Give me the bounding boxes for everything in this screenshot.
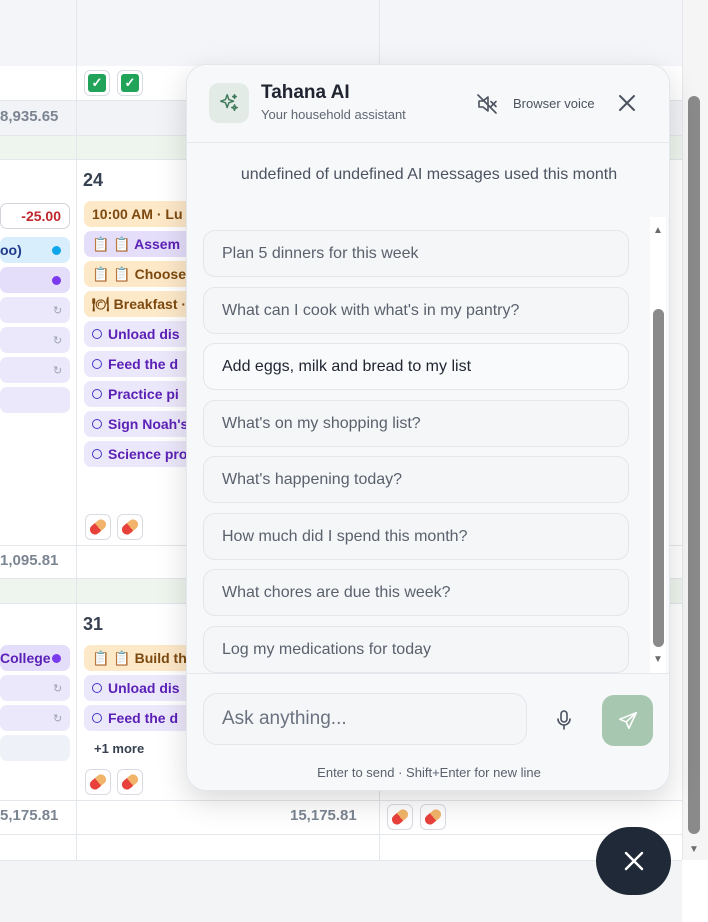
close-icon[interactable]: [617, 93, 637, 113]
pill-icon[interactable]: [85, 769, 111, 795]
day-number[interactable]: 24: [83, 170, 103, 191]
chore-label: Practice pi: [108, 386, 179, 402]
chore-chip[interactable]: Feed the d: [84, 705, 194, 731]
pill-icon[interactable]: [117, 514, 143, 540]
checkbox-circle-icon[interactable]: [92, 389, 102, 399]
task-chip[interactable]: 📋 📋 Assem: [84, 231, 194, 257]
day-number[interactable]: 31: [83, 614, 103, 635]
pill-icon[interactable]: [420, 804, 446, 830]
suggestion-list: Plan 5 dinners for this week What can I …: [187, 217, 669, 673]
chore-chip[interactable]: Sign Noah's: [84, 411, 194, 437]
repeat-icon: ↻: [53, 713, 63, 725]
transaction-amount: -25.00: [21, 208, 61, 224]
task-chip[interactable]: 📋 📋 Choose: [84, 261, 194, 287]
chat-toggle-button[interactable]: [596, 827, 671, 895]
calendar-week-top-band: [0, 0, 682, 66]
checkbox-circle-icon[interactable]: [92, 419, 102, 429]
pill-icon[interactable]: [117, 769, 143, 795]
chat-input[interactable]: Ask anything...: [203, 693, 527, 745]
pill-icon[interactable]: [387, 804, 413, 830]
page-footer-area: [0, 860, 682, 922]
checkbox-circle-icon[interactable]: [92, 329, 102, 339]
checkbox-circle-icon[interactable]: [92, 713, 102, 723]
event-chip-label: 10:00 AM · Lu: [92, 206, 183, 222]
pill-icon[interactable]: [85, 514, 111, 540]
chat-title: Tahana AI: [261, 82, 350, 103]
send-button[interactable]: [602, 695, 653, 746]
chore-chip[interactable]: [0, 387, 70, 413]
checkbox-circle-icon[interactable]: [92, 359, 102, 369]
suggestion-scrollbar-thumb[interactable]: [653, 309, 664, 647]
check-badge-icon[interactable]: ✓: [117, 70, 143, 96]
speaker-muted-icon[interactable]: [475, 92, 499, 116]
event-dot: [52, 276, 61, 285]
usage-notice: undefined of undefined AI messages used …: [240, 166, 618, 183]
sparkles-icon: [209, 83, 249, 123]
chat-subtitle: Your household assistant: [261, 107, 406, 122]
repeat-icon: ↻: [53, 335, 63, 347]
chat-header: Tahana AI Your household assistant Brows…: [187, 65, 669, 143]
week-total-amount: 5,175.81: [0, 807, 59, 824]
suggestion-button[interactable]: Add eggs, milk and bread to my list: [203, 343, 629, 390]
event-chip-label: oo): [0, 242, 22, 258]
week-total-amount: 8,935.65: [0, 108, 59, 125]
chore-chip[interactable]: Practice pi: [84, 381, 194, 407]
suggestion-button[interactable]: Plan 5 dinners for this week: [203, 230, 629, 277]
event-chip-label: College: [0, 650, 51, 666]
chore-chip[interactable]: Unload dis: [84, 321, 194, 347]
send-icon: [618, 711, 637, 729]
event-dot: [52, 246, 61, 255]
suggestion-button[interactable]: What can I cook with what's in my pantry…: [203, 287, 629, 334]
chore-label: Feed the d: [108, 710, 179, 726]
meal-chip[interactable]: 🍽 Breakfast ·: [84, 291, 194, 317]
event-chip-label: 📋 📋 Choose: [92, 265, 186, 282]
chore-label: Science pro: [108, 446, 188, 462]
checkbox-circle-icon[interactable]: [92, 683, 102, 693]
chore-chip[interactable]: [0, 735, 70, 761]
repeat-icon: ↻: [53, 365, 63, 377]
microphone-icon[interactable]: [554, 709, 574, 731]
chore-chip[interactable]: Unload dis: [84, 675, 194, 701]
repeat-icon: ↻: [53, 683, 63, 695]
repeat-icon: ↻: [53, 305, 63, 317]
scroll-down-arrow-icon[interactable]: ▼: [689, 844, 699, 855]
event-chip-label: 🍽 Breakfast ·: [92, 295, 187, 312]
chore-chip[interactable]: Feed the d: [84, 351, 194, 377]
suggestion-button[interactable]: Log my medications for today: [203, 626, 629, 673]
chore-label: Feed the d: [108, 356, 179, 372]
scroll-down-arrow-icon[interactable]: ▼: [653, 654, 663, 665]
suggestion-button[interactable]: What's on my shopping list?: [203, 400, 629, 447]
more-events-link[interactable]: +1 more: [94, 741, 144, 756]
event-dot: [52, 654, 61, 663]
composer-hint: Enter to send · Shift+Enter for new line: [317, 765, 541, 780]
calendar-column-divider: [76, 0, 77, 860]
chore-label: Sign Noah's: [108, 416, 189, 432]
page-scrollbar-thumb[interactable]: [688, 96, 700, 834]
suggestion-button[interactable]: What chores are due this week?: [203, 569, 629, 616]
close-icon: [624, 851, 643, 871]
task-chip[interactable]: 📋 📋 Build th: [84, 645, 194, 671]
scroll-up-arrow-icon[interactable]: ▲: [653, 225, 663, 236]
browser-voice-toggle[interactable]: Browser voice: [513, 96, 595, 111]
suggestion-button[interactable]: How much did I spend this month?: [203, 513, 629, 560]
suggestion-button[interactable]: What's happening today?: [203, 456, 629, 503]
event-chip-label: 📋 📋 Assem: [92, 235, 181, 252]
week-total-amount: 1,095.81: [0, 552, 59, 569]
transaction-chip[interactable]: -25.00: [0, 203, 70, 229]
event-chip-label: 📋 📋 Build th: [92, 649, 187, 666]
chore-chip[interactable]: Science pro: [84, 441, 194, 467]
ai-chat-panel: Tahana AI Your household assistant Brows…: [186, 64, 670, 791]
checkbox-circle-icon[interactable]: [92, 449, 102, 459]
event-chip[interactable]: 10:00 AM · Lu: [84, 201, 194, 227]
chore-label: Unload dis: [108, 326, 180, 342]
check-badge-icon[interactable]: ✓: [84, 70, 110, 96]
chat-composer: Ask anything... Enter to send · Shift+En…: [187, 673, 669, 790]
week-total-amount: 15,175.81: [290, 807, 357, 824]
chore-label: Unload dis: [108, 680, 180, 696]
